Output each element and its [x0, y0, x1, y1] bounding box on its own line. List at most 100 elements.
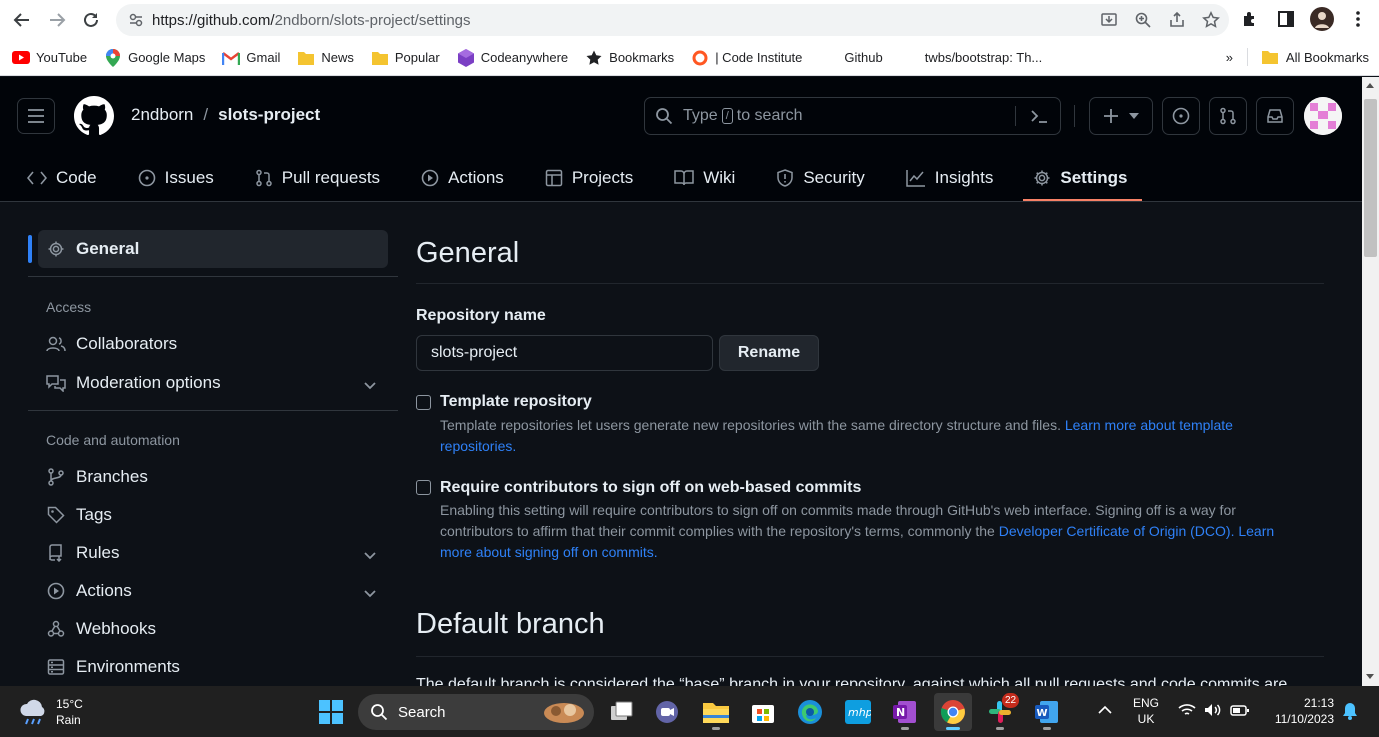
- chevron-down-icon[interactable]: [364, 583, 376, 603]
- clock[interactable]: 21:13 11/10/2023: [1262, 695, 1334, 727]
- running-indicator: [996, 727, 1004, 730]
- chevron-down-icon[interactable]: [364, 545, 376, 565]
- slack-button[interactable]: 22: [981, 693, 1019, 731]
- install-app-icon[interactable]: [1097, 8, 1121, 32]
- tab-insights[interactable]: Insights: [880, 155, 1009, 201]
- taskbar-search[interactable]: Search: [358, 694, 594, 730]
- command-palette-icon[interactable]: [1030, 107, 1048, 125]
- pull-requests-button[interactable]: [1209, 97, 1247, 135]
- teams-chat-button[interactable]: [648, 693, 686, 731]
- tab-issues[interactable]: Issues: [112, 155, 229, 201]
- bookmark-gmail[interactable]: Gmail: [222, 49, 280, 67]
- repo-name-link[interactable]: slots-project: [218, 105, 320, 125]
- system-tray-status[interactable]: [1178, 702, 1250, 718]
- user-avatar[interactable]: [1304, 97, 1342, 135]
- scroll-down-arrow[interactable]: [1366, 674, 1374, 679]
- repo-owner-link[interactable]: 2ndborn: [131, 105, 193, 125]
- sidebar-item-branches[interactable]: Branches: [38, 458, 388, 496]
- sidebar-item-collaborators[interactable]: Collaborators: [38, 325, 388, 363]
- tab-pull-requests[interactable]: Pull requests: [229, 155, 395, 201]
- side-panel-icon[interactable]: [1273, 6, 1299, 32]
- gmail-icon: [222, 49, 241, 67]
- onenote-button[interactable]: N: [886, 693, 924, 731]
- profile-avatar[interactable]: [1309, 6, 1335, 32]
- plus-icon: [1103, 108, 1119, 124]
- sidebar-item-actions[interactable]: Actions: [38, 572, 388, 610]
- sidebar-item-rules[interactable]: Rules: [38, 534, 388, 572]
- rename-button[interactable]: Rename: [719, 335, 819, 371]
- template-learn-more-link[interactable]: Learn more about template: [1065, 417, 1233, 433]
- search-input[interactable]: Type / to search: [644, 97, 1061, 135]
- edge-button[interactable]: [791, 693, 829, 731]
- share-icon[interactable]: [1165, 8, 1189, 32]
- scroll-up-arrow[interactable]: [1366, 83, 1374, 88]
- create-new-button[interactable]: [1089, 97, 1153, 135]
- bookmark-bootstrap[interactable]: twbs/bootstrap: Th...: [925, 50, 1043, 65]
- bookmark-label: Gmail: [246, 50, 281, 65]
- youtube-icon: [12, 49, 30, 67]
- signoff-learn-more-link[interactable]: Learn: [1238, 523, 1274, 539]
- scroll-thumb[interactable]: [1364, 99, 1377, 257]
- chrome-button[interactable]: [934, 693, 972, 731]
- folder-icon: [1261, 50, 1278, 64]
- tab-actions[interactable]: Actions: [395, 155, 519, 201]
- task-view-icon: [610, 701, 634, 723]
- extensions-icon[interactable]: [1237, 6, 1263, 32]
- store-button[interactable]: [744, 693, 782, 731]
- bookmark-star-icon[interactable]: [1199, 8, 1223, 32]
- bookmark-youtube[interactable]: YouTube: [12, 49, 87, 67]
- inbox-button[interactable]: [1256, 97, 1294, 135]
- bookmark-bookmarks[interactable]: Bookmarks: [585, 49, 674, 67]
- repo-name-field[interactable]: [416, 335, 713, 371]
- sidebar-item-webhooks[interactable]: Webhooks: [38, 610, 388, 648]
- forward-button[interactable]: [40, 3, 74, 37]
- tab-settings[interactable]: Settings: [1023, 155, 1143, 201]
- bookmark-popular[interactable]: Popular: [371, 49, 440, 67]
- page-scrollbar[interactable]: [1362, 77, 1379, 686]
- all-bookmarks-button[interactable]: All Bookmarks: [1261, 50, 1369, 65]
- signoff-learn-more-link-cont[interactable]: more about signing off on commits.: [440, 544, 658, 560]
- sidebar-item-label: Rules: [76, 543, 120, 562]
- notification-bell-icon[interactable]: [1342, 702, 1358, 720]
- reload-button[interactable]: [74, 3, 108, 37]
- file-explorer-button[interactable]: [697, 693, 735, 731]
- bookmark-news[interactable]: News: [297, 49, 354, 67]
- weather-widget[interactable]: 15°C Rain: [18, 696, 83, 728]
- sidebar-item-general[interactable]: General: [38, 230, 388, 268]
- more-bookmarks-button[interactable]: »: [1226, 50, 1233, 65]
- global-nav-button[interactable]: [17, 98, 55, 134]
- tab-security[interactable]: Security: [750, 155, 879, 201]
- bookmark-google-maps[interactable]: Google Maps: [104, 48, 205, 67]
- start-button[interactable]: [312, 693, 350, 731]
- back-button[interactable]: [5, 3, 39, 37]
- zoom-icon[interactable]: [1131, 8, 1155, 32]
- bookmark-code-institute[interactable]: | Code Institute: [691, 49, 802, 67]
- tab-wiki[interactable]: Wiki: [648, 155, 750, 201]
- menu-kebab-icon[interactable]: [1345, 6, 1371, 32]
- task-view-button[interactable]: [603, 693, 641, 731]
- page-title: General: [416, 237, 520, 269]
- template-learn-more-link-cont[interactable]: repositories.: [440, 438, 516, 454]
- bookmark-github[interactable]: Github: [844, 50, 882, 65]
- template-repo-checkbox[interactable]: [416, 395, 431, 410]
- chevron-up-icon[interactable]: [1098, 705, 1112, 714]
- site-info-icon[interactable]: [128, 12, 144, 28]
- sidebar-item-environments[interactable]: Environments: [38, 648, 388, 686]
- bookmark-codeanywhere[interactable]: Codeanywhere: [457, 48, 568, 67]
- myhp-button[interactable]: mhp: [839, 693, 877, 731]
- tab-projects[interactable]: Projects: [519, 155, 648, 201]
- dco-link[interactable]: Developer Certificate of Origin (DCO).: [999, 523, 1235, 539]
- tab-code[interactable]: Code: [0, 155, 112, 201]
- signoff-checkbox[interactable]: [416, 480, 431, 495]
- issues-button[interactable]: [1162, 97, 1200, 135]
- github-logo-icon[interactable]: [74, 96, 114, 136]
- chevron-down-icon[interactable]: [364, 375, 376, 395]
- sidebar-item-moderation[interactable]: Moderation options: [38, 364, 388, 402]
- sidebar-item-label: Environments: [76, 657, 180, 676]
- url-host: https://github.com/: [152, 11, 275, 29]
- word-button[interactable]: W: [1028, 693, 1066, 731]
- language-indicator[interactable]: ENG UK: [1133, 695, 1159, 727]
- address-bar[interactable]: https://github.com/2ndborn/slots-project…: [116, 4, 1229, 36]
- folder-icon: [297, 49, 315, 67]
- sidebar-item-tags[interactable]: Tags: [38, 496, 388, 534]
